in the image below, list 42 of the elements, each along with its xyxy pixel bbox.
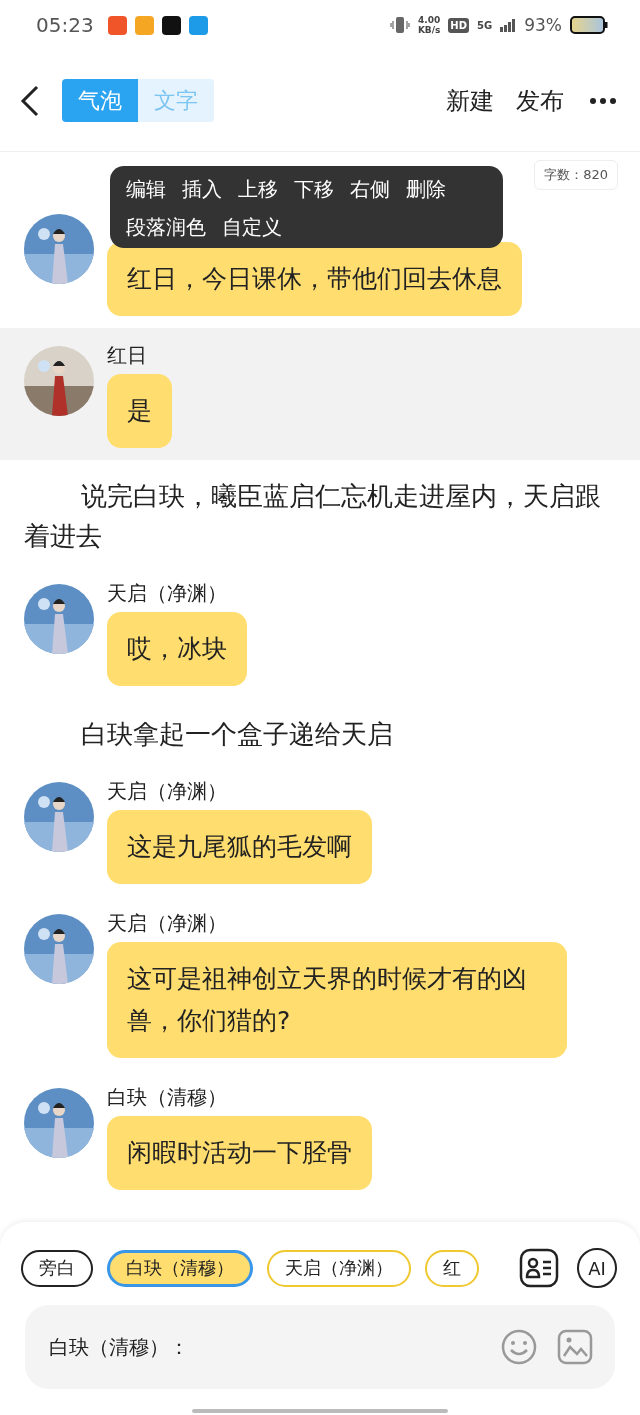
narration-text[interactable]: 说完白玦，曦臣蓝启仁忘机走进屋内，天启跟着进去: [0, 460, 640, 566]
network-speed: 4.00 KB/s: [417, 15, 441, 35]
speaker-name: 白玦（清穆）: [107, 1084, 227, 1110]
menu-item[interactable]: 删除: [406, 170, 446, 208]
chat-bubble[interactable]: 红日，今日课休，带他们回去休息: [107, 242, 522, 316]
chat-bubble[interactable]: 这是九尾狐的毛发啊: [107, 810, 372, 884]
more-icon[interactable]: [590, 97, 616, 104]
emoji-icon[interactable]: [501, 1329, 537, 1365]
speaker-name: 天启（净渊）: [107, 910, 227, 936]
battery-level: 93%: [524, 15, 562, 35]
back-icon[interactable]: [20, 84, 40, 117]
chat-bubble[interactable]: 这可是祖神创立天界的时候才有的凶兽，你们猎的?: [107, 942, 567, 1058]
network-type: 5G: [477, 19, 493, 31]
signal-icon: [500, 18, 517, 32]
chat-bubble[interactable]: 是: [107, 374, 172, 448]
word-count: 字数：820: [534, 160, 618, 190]
image-icon[interactable]: [557, 1329, 593, 1365]
chat-bubble[interactable]: 闲暇时活动一下胫骨: [107, 1116, 372, 1190]
contact-card-icon[interactable]: [519, 1248, 559, 1288]
narration-text[interactable]: 白玦拿起一个盒子递给天启: [0, 698, 640, 764]
chat-bubble[interactable]: 哎，冰块: [107, 612, 247, 686]
speaker-name: 天启（净渊）: [107, 778, 227, 804]
battery-icon: [570, 16, 608, 34]
hd-badge: HD: [448, 17, 470, 33]
menu-item[interactable]: 右侧: [350, 170, 390, 208]
ai-button[interactable]: AI: [577, 1248, 617, 1288]
menu-item[interactable]: 下移: [294, 170, 334, 208]
role-chip[interactable]: 白玦（清穆）: [107, 1249, 253, 1287]
menu-item[interactable]: 编辑: [126, 170, 166, 208]
highlighted-row[interactable]: 红日 是: [0, 328, 640, 460]
header-action[interactable]: 新建: [446, 84, 494, 117]
role-chip[interactable]: 红: [425, 1249, 479, 1287]
header-action[interactable]: 发布: [516, 84, 564, 117]
message-input[interactable]: 白玦（清穆）：: [47, 1334, 481, 1360]
menu-item[interactable]: 插入: [182, 170, 222, 208]
role-chip[interactable]: 天启（净渊）: [267, 1249, 411, 1287]
speaker-name: 红日: [107, 342, 147, 368]
speaker-name: 天启（净渊）: [107, 580, 227, 606]
menu-item[interactable]: 上移: [238, 170, 278, 208]
clock: 05:23: [36, 13, 94, 37]
role-chip[interactable]: 旁白: [21, 1249, 93, 1287]
vibrate-icon: [389, 16, 410, 34]
